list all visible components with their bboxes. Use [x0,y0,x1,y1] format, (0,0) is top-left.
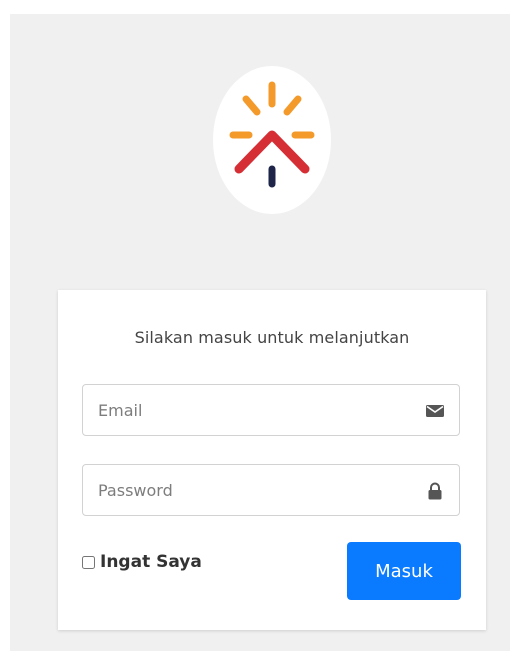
login-card: Silakan masuk untuk melanjutkan Ingat [58,290,486,630]
sun-house-logo-icon [229,81,315,188]
remember-label[interactable]: Ingat Saya [100,552,202,572]
email-input[interactable] [83,385,418,435]
remember-me: Ingat Saya [82,552,202,572]
password-input[interactable] [83,465,418,515]
password-field-wrapper [82,464,460,516]
login-page: Silakan masuk untuk melanjutkan Ingat [10,14,510,651]
email-field-wrapper [82,384,460,436]
envelope-icon [425,402,445,420]
app-logo [213,66,331,214]
remember-checkbox[interactable] [82,555,95,569]
login-subtitle: Silakan masuk untuk melanjutkan [134,328,410,347]
lock-icon [425,482,445,500]
login-button[interactable]: Masuk [347,542,461,600]
